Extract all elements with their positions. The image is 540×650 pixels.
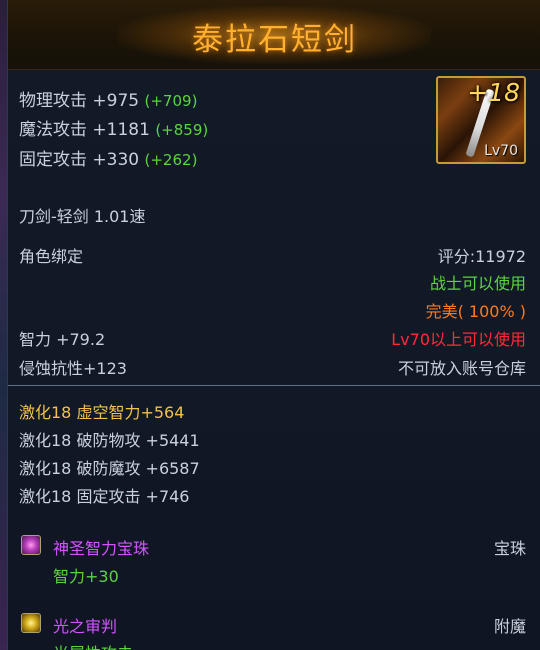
item-name: 泰拉石短剑 xyxy=(192,22,357,58)
enchant-effect: 光属性攻击 xyxy=(53,640,133,650)
stat-physical-attack: 物理攻击 +975 (+709) xyxy=(19,86,197,111)
weapon-type: 刀剑-轻剑 1.01速 xyxy=(19,207,146,226)
stat-bonus: (+709) xyxy=(144,92,198,110)
corrosion-resist: 侵蚀抗性+123 xyxy=(19,359,127,378)
stat-bonus: (+262) xyxy=(144,151,198,169)
stat-label: 物理攻击 +975 xyxy=(19,91,140,111)
title-bar: 泰拉石短剑 xyxy=(8,0,540,70)
activation-line: 激化18 破防物攻 +5441 xyxy=(19,431,200,450)
gem-type: 宝珠 xyxy=(493,539,526,558)
class-usable: 战士可以使用 xyxy=(429,274,526,293)
enhance-level: +18 xyxy=(467,78,520,107)
stat-label: 固定攻击 +330 xyxy=(19,150,140,170)
item-level: Lv70 xyxy=(484,143,518,159)
gem-name: 神圣智力宝珠 xyxy=(53,539,150,558)
enchant-icon[interactable] xyxy=(21,613,41,633)
stat-label: 魔法攻击 +1181 xyxy=(19,120,150,140)
stat-magic-attack: 魔法攻击 +1181 (+859) xyxy=(19,115,208,140)
gem-effect: 智力+30 xyxy=(53,567,119,586)
section-divider xyxy=(8,385,540,386)
enchant-type: 附魔 xyxy=(493,617,526,636)
activation-line: 激化18 固定攻击 +746 xyxy=(19,487,190,506)
enchant-name: 光之审判 xyxy=(53,617,118,636)
storage-restriction: 不可放入账号仓库 xyxy=(397,359,526,378)
level-requirement: Lv70以上可以使用 xyxy=(391,330,526,349)
sword-item-icon[interactable]: +18 Lv70 xyxy=(436,76,526,164)
gem-icon[interactable] xyxy=(21,535,41,555)
quality: 完美( 100% ) xyxy=(425,302,526,321)
stat-bonus: (+859) xyxy=(155,121,209,139)
intellect-stat: 智力 +79.2 xyxy=(19,330,106,349)
binding-status: 角色绑定 xyxy=(19,247,84,266)
score: 评分:11972 xyxy=(437,247,526,266)
activation-line: 激化18 虚空智力+564 xyxy=(19,403,185,422)
activation-line: 激化18 破防魔攻 +6587 xyxy=(19,459,200,478)
item-tooltip-panel: 泰拉石短剑 物理攻击 +975 (+709) 魔法攻击 +1181 (+859)… xyxy=(7,0,540,650)
stat-fixed-attack: 固定攻击 +330 (+262) xyxy=(19,145,197,170)
left-edge-strip xyxy=(0,0,7,650)
